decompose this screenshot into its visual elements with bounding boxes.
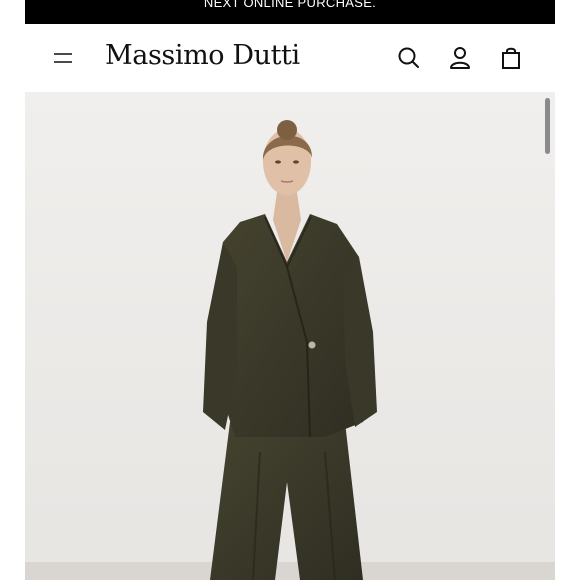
promo-banner[interactable]: NEXT ONLINE PURCHASE. xyxy=(25,0,555,24)
account-icon[interactable] xyxy=(446,44,474,72)
menu-icon[interactable] xyxy=(53,48,73,68)
site-header: Massimo Dutti xyxy=(25,24,555,92)
search-icon[interactable] xyxy=(395,44,423,72)
product-hero-image[interactable] xyxy=(25,92,555,580)
app-frame: NEXT ONLINE PURCHASE. Massimo Dutti xyxy=(25,0,555,580)
promo-text: NEXT ONLINE PURCHASE. xyxy=(203,0,377,10)
shopping-bag-icon[interactable] xyxy=(497,44,525,72)
brand-logo[interactable]: Massimo Dutti xyxy=(105,40,300,71)
model-photo xyxy=(25,92,555,580)
scrollbar-thumb[interactable] xyxy=(545,98,550,154)
